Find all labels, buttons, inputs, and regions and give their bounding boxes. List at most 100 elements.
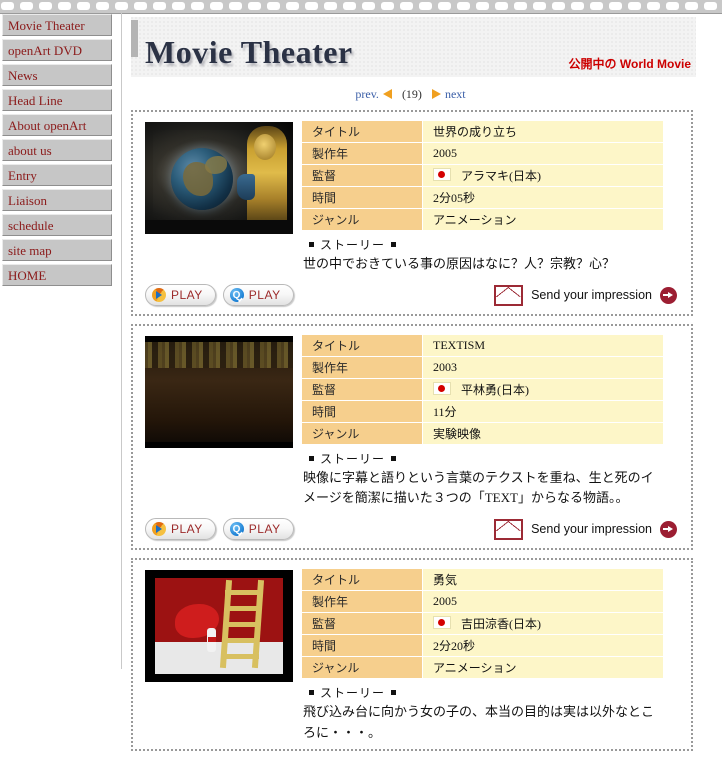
japan-flag-icon <box>433 382 451 396</box>
play-buttons: PLAY Q PLAY <box>145 284 294 307</box>
page-counter: (19) <box>401 87 422 101</box>
bullet-square-icon <box>309 456 314 462</box>
label-title: タイトル <box>301 120 423 143</box>
story-text: 飛び込み台に向かう女の子の、本当の目的は実は以外なところに・・・。 <box>303 704 655 740</box>
table-row: 監督 アラマキ(日本) <box>301 164 664 187</box>
quicktime-icon: Q <box>229 522 244 537</box>
story-heading: ストーリー <box>303 684 664 701</box>
table-row: ジャンル アニメーション <box>301 656 664 680</box>
play-wmp-button[interactable]: PLAY <box>145 284 216 307</box>
film-strip-holes <box>1 2 722 10</box>
value-duration: 2分05秒 <box>422 186 664 209</box>
sidebar-item-news[interactable]: News <box>2 64 112 86</box>
sidebar-item-about-openart[interactable]: About openArt <box>2 114 112 136</box>
label-title: タイトル <box>301 568 423 592</box>
movie-thumbnail[interactable] <box>145 122 293 234</box>
movie-info-table: タイトル 勇気 製作年 2005 監督 吉田涼香(日本) 時間 2分20秒 ジャ… <box>301 568 664 680</box>
prev-arrow-icon[interactable] <box>382 89 392 99</box>
table-row: 製作年 2003 <box>301 356 664 380</box>
story-label: ストーリー <box>320 452 386 467</box>
value-genre: アニメーション <box>422 208 664 231</box>
label-director: 監督 <box>301 378 423 402</box>
send-impression-link[interactable]: Send your impression <box>494 518 677 540</box>
next-page-link[interactable]: next <box>445 87 466 101</box>
label-duration: 時間 <box>301 634 423 658</box>
sidebar-item-site-map[interactable]: site map <box>2 239 112 261</box>
movie-info-table: タイトル TEXTISM 製作年 2003 監督 平林勇(日本) 時間 11分 … <box>301 334 664 446</box>
japan-flag-icon <box>433 168 451 181</box>
value-title: 世界の成り立ち <box>422 120 664 143</box>
send-impression-label: Send your impression <box>531 288 652 303</box>
pagination: prev. (19) next <box>125 87 690 102</box>
table-row: 製作年 2005 <box>301 590 664 614</box>
play-label: PLAY <box>248 522 281 537</box>
quicktime-icon: Q <box>229 288 244 303</box>
movie-thumbnail[interactable] <box>145 570 293 683</box>
movie-thumbnail[interactable] <box>145 336 293 449</box>
page-masthead: Movie Theater 公開中の World Movie <box>131 17 696 77</box>
card-actions: PLAY Q PLAY Send your impression <box>145 518 681 541</box>
sidebar-item-schedule[interactable]: schedule <box>2 214 112 236</box>
movie-info-table: タイトル 世界の成り立ち 製作年 2005 監督 アラマキ(日本) 時間 2分0… <box>301 120 664 231</box>
value-director: 平林勇(日本) <box>461 383 529 398</box>
send-impression-link[interactable]: Send your impression <box>494 284 677 306</box>
table-row: タイトル TEXTISM <box>301 334 664 358</box>
sidebar-item-head-line[interactable]: Head Line <box>2 89 112 111</box>
windows-media-player-icon <box>152 522 166 537</box>
sidebar-nav: Movie Theater openArt DVD News Head Line… <box>0 13 113 289</box>
value-duration: 2分20秒 <box>422 634 664 658</box>
label-duration: 時間 <box>301 400 423 424</box>
title-accent-bar <box>131 20 138 57</box>
story-text: 世の中でおきている事の原因はなに？人？宗教？心？ <box>303 256 616 271</box>
value-title: TEXTISM <box>422 334 664 358</box>
movie-card: タイトル TEXTISM 製作年 2003 監督 平林勇(日本) 時間 11分 … <box>131 324 693 551</box>
table-row: タイトル 世界の成り立ち <box>301 120 664 143</box>
movie-card: タイトル 世界の成り立ち 製作年 2005 監督 アラマキ(日本) 時間 2分0… <box>131 110 693 317</box>
label-year: 製作年 <box>301 142 423 165</box>
table-row: 監督 平林勇(日本) <box>301 378 664 402</box>
label-title: タイトル <box>301 334 423 358</box>
sidebar-item-entry[interactable]: Entry <box>2 164 112 186</box>
movie-card: タイトル 勇気 製作年 2005 監督 吉田涼香(日本) 時間 2分20秒 ジャ… <box>131 558 693 751</box>
label-duration: 時間 <box>301 186 423 209</box>
value-director-cell: 吉田涼香(日本) <box>422 612 664 636</box>
play-quicktime-button[interactable]: Q PLAY <box>222 284 294 307</box>
page-title: Movie Theater <box>145 34 353 71</box>
next-arrow-icon[interactable] <box>431 89 441 99</box>
table-row: 監督 吉田涼香(日本) <box>301 612 664 636</box>
sidebar-item-about-us[interactable]: about us <box>2 139 112 161</box>
prev-page-link[interactable]: prev. <box>355 87 379 101</box>
value-year: 2005 <box>422 590 664 614</box>
value-year: 2003 <box>422 356 664 380</box>
send-impression-label: Send your impression <box>531 522 652 537</box>
play-wmp-button[interactable]: PLAY <box>145 518 216 541</box>
envelope-icon <box>494 284 524 306</box>
story-text: 映像に字幕と語りという言葉のテクストを重ね、生と死のイメージを簡潔に描いた３つの… <box>303 470 654 506</box>
sidebar-item-home[interactable]: HOME <box>2 264 112 286</box>
value-director-cell: 平林勇(日本) <box>422 378 664 402</box>
play-label: PLAY <box>248 288 281 303</box>
envelope-icon <box>494 518 524 540</box>
sidebar-item-movie-theater[interactable]: Movie Theater <box>2 14 112 36</box>
table-row: 時間 11分 <box>301 400 664 424</box>
value-year: 2005 <box>422 142 664 165</box>
sidebar-item-openart-dvd[interactable]: openArt DVD <box>2 39 112 61</box>
label-genre: ジャンル <box>301 208 423 231</box>
japan-flag-icon <box>433 616 451 630</box>
label-director: 監督 <box>301 164 423 187</box>
bullet-square-icon <box>391 690 397 696</box>
label-director: 監督 <box>301 612 423 636</box>
label-year: 製作年 <box>301 590 423 614</box>
value-genre: 実験映像 <box>422 422 664 446</box>
table-row: タイトル 勇気 <box>301 568 664 592</box>
label-genre: ジャンル <box>301 656 423 680</box>
play-quicktime-button[interactable]: Q PLAY <box>222 518 294 541</box>
story-label: ストーリー <box>320 686 386 701</box>
bullet-square-icon <box>391 456 397 462</box>
value-genre: アニメーション <box>422 656 664 680</box>
sidebar-item-liaison[interactable]: Liaison <box>2 189 112 211</box>
main-content: Movie Theater 公開中の World Movie prev. (19)… <box>113 13 722 759</box>
value-director: アラマキ(日本) <box>461 169 541 183</box>
table-row: 時間 2分20秒 <box>301 634 664 658</box>
play-label: PLAY <box>171 522 203 537</box>
